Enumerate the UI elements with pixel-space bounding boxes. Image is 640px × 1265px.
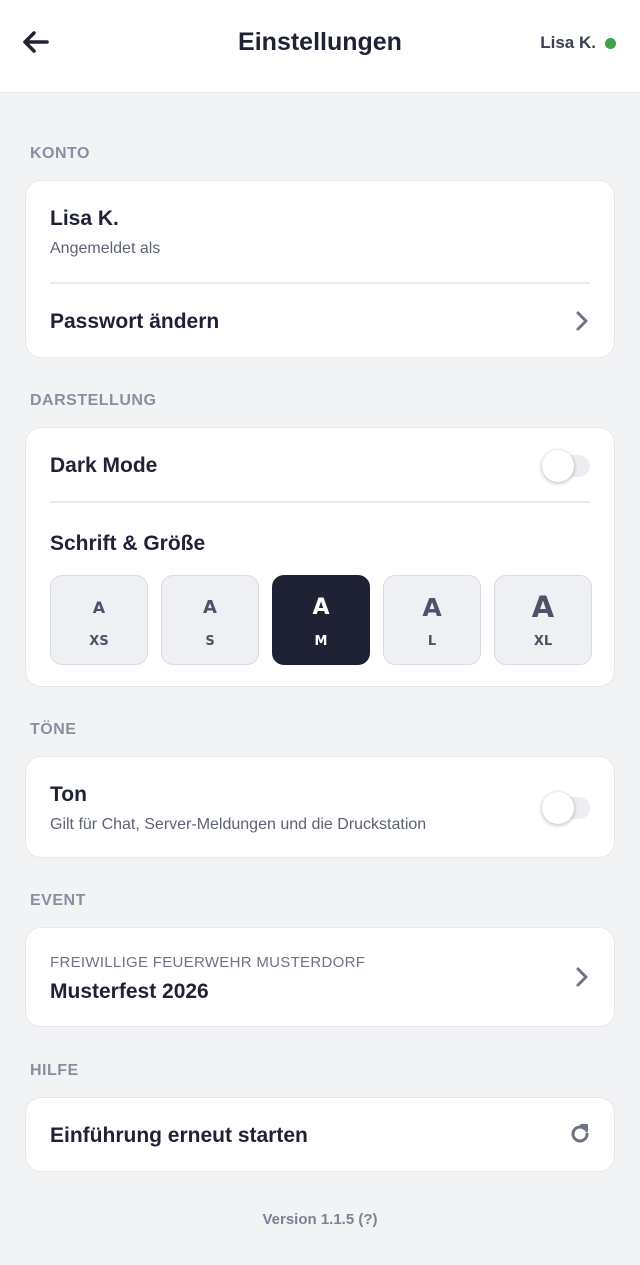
font-size-glyph: A xyxy=(203,597,217,618)
app-version: Version 1.1.5 (?) xyxy=(262,1211,378,1228)
font-size-l-button[interactable]: A L xyxy=(383,575,481,665)
font-size-m-button[interactable]: A M xyxy=(272,575,370,665)
top-bar: Einstellungen Lisa K. xyxy=(0,0,640,93)
dark-mode-toggle[interactable] xyxy=(542,450,590,482)
font-size-s-button[interactable]: A S xyxy=(161,575,259,665)
section-label-konto: KONTO xyxy=(30,145,90,162)
sound-description: Gilt für Chat, Server-Meldungen und die … xyxy=(50,816,427,833)
section-label-toene: TÖNE xyxy=(30,721,77,738)
toggle-knob xyxy=(542,792,574,824)
font-size-glyph: A xyxy=(531,590,555,624)
font-size-label: XS xyxy=(89,634,109,649)
sound-card: Ton Gilt für Chat, Server-Meldungen und … xyxy=(25,756,615,858)
user-name: Lisa K. xyxy=(540,33,596,52)
font-size-glyph: A xyxy=(92,598,106,617)
user-indicator: Lisa K. xyxy=(540,33,616,53)
font-size-glyph: A xyxy=(422,593,442,622)
font-size-label: M xyxy=(314,634,328,649)
online-status-dot xyxy=(605,37,616,49)
event-name: Musterfest 2026 xyxy=(50,980,209,1003)
font-size-label: XL xyxy=(533,634,553,649)
event-organization: FREIWILLIGE FEUERWEHR MUSTERDORF xyxy=(50,954,366,971)
restart-intro-row[interactable]: Einführung erneut starten xyxy=(25,1097,615,1172)
font-size-label: S xyxy=(205,634,215,649)
signed-in-label: Angemeldet als xyxy=(50,240,161,257)
appearance-card: Dark Mode Schrift & Größe A XS A S A M A… xyxy=(25,427,615,687)
change-password-label: Passwort ändern xyxy=(50,310,220,333)
font-size-label: L xyxy=(427,634,437,649)
section-label-event: EVENT xyxy=(30,892,86,909)
sound-label: Ton xyxy=(50,783,87,806)
font-size-title: Schrift & Größe xyxy=(50,532,206,555)
font-size-options: A XS A S A M A L A XL xyxy=(50,575,592,665)
section-label-darstellung: DARSTELLUNG xyxy=(30,392,157,409)
chevron-right-icon xyxy=(576,967,588,987)
font-size-glyph: A xyxy=(312,595,330,620)
refresh-icon xyxy=(571,1124,589,1143)
account-name: Lisa K. xyxy=(50,207,119,230)
toggle-knob xyxy=(542,450,574,482)
divider xyxy=(50,501,590,503)
dark-mode-label: Dark Mode xyxy=(50,454,158,477)
font-size-xl-button[interactable]: A XL xyxy=(494,575,592,665)
account-card: Lisa K. Angemeldet als Passwort ändern xyxy=(25,180,615,358)
chevron-right-icon xyxy=(576,311,588,331)
change-password-row[interactable]: Passwort ändern xyxy=(26,284,614,358)
font-size-xs-button[interactable]: A XS xyxy=(50,575,148,665)
event-card[interactable]: FREIWILLIGE FEUERWEHR MUSTERDORF Musterf… xyxy=(25,927,615,1027)
restart-intro-label: Einführung erneut starten xyxy=(50,1124,308,1147)
sound-toggle[interactable] xyxy=(542,792,590,824)
section-label-hilfe: HILFE xyxy=(30,1062,79,1079)
